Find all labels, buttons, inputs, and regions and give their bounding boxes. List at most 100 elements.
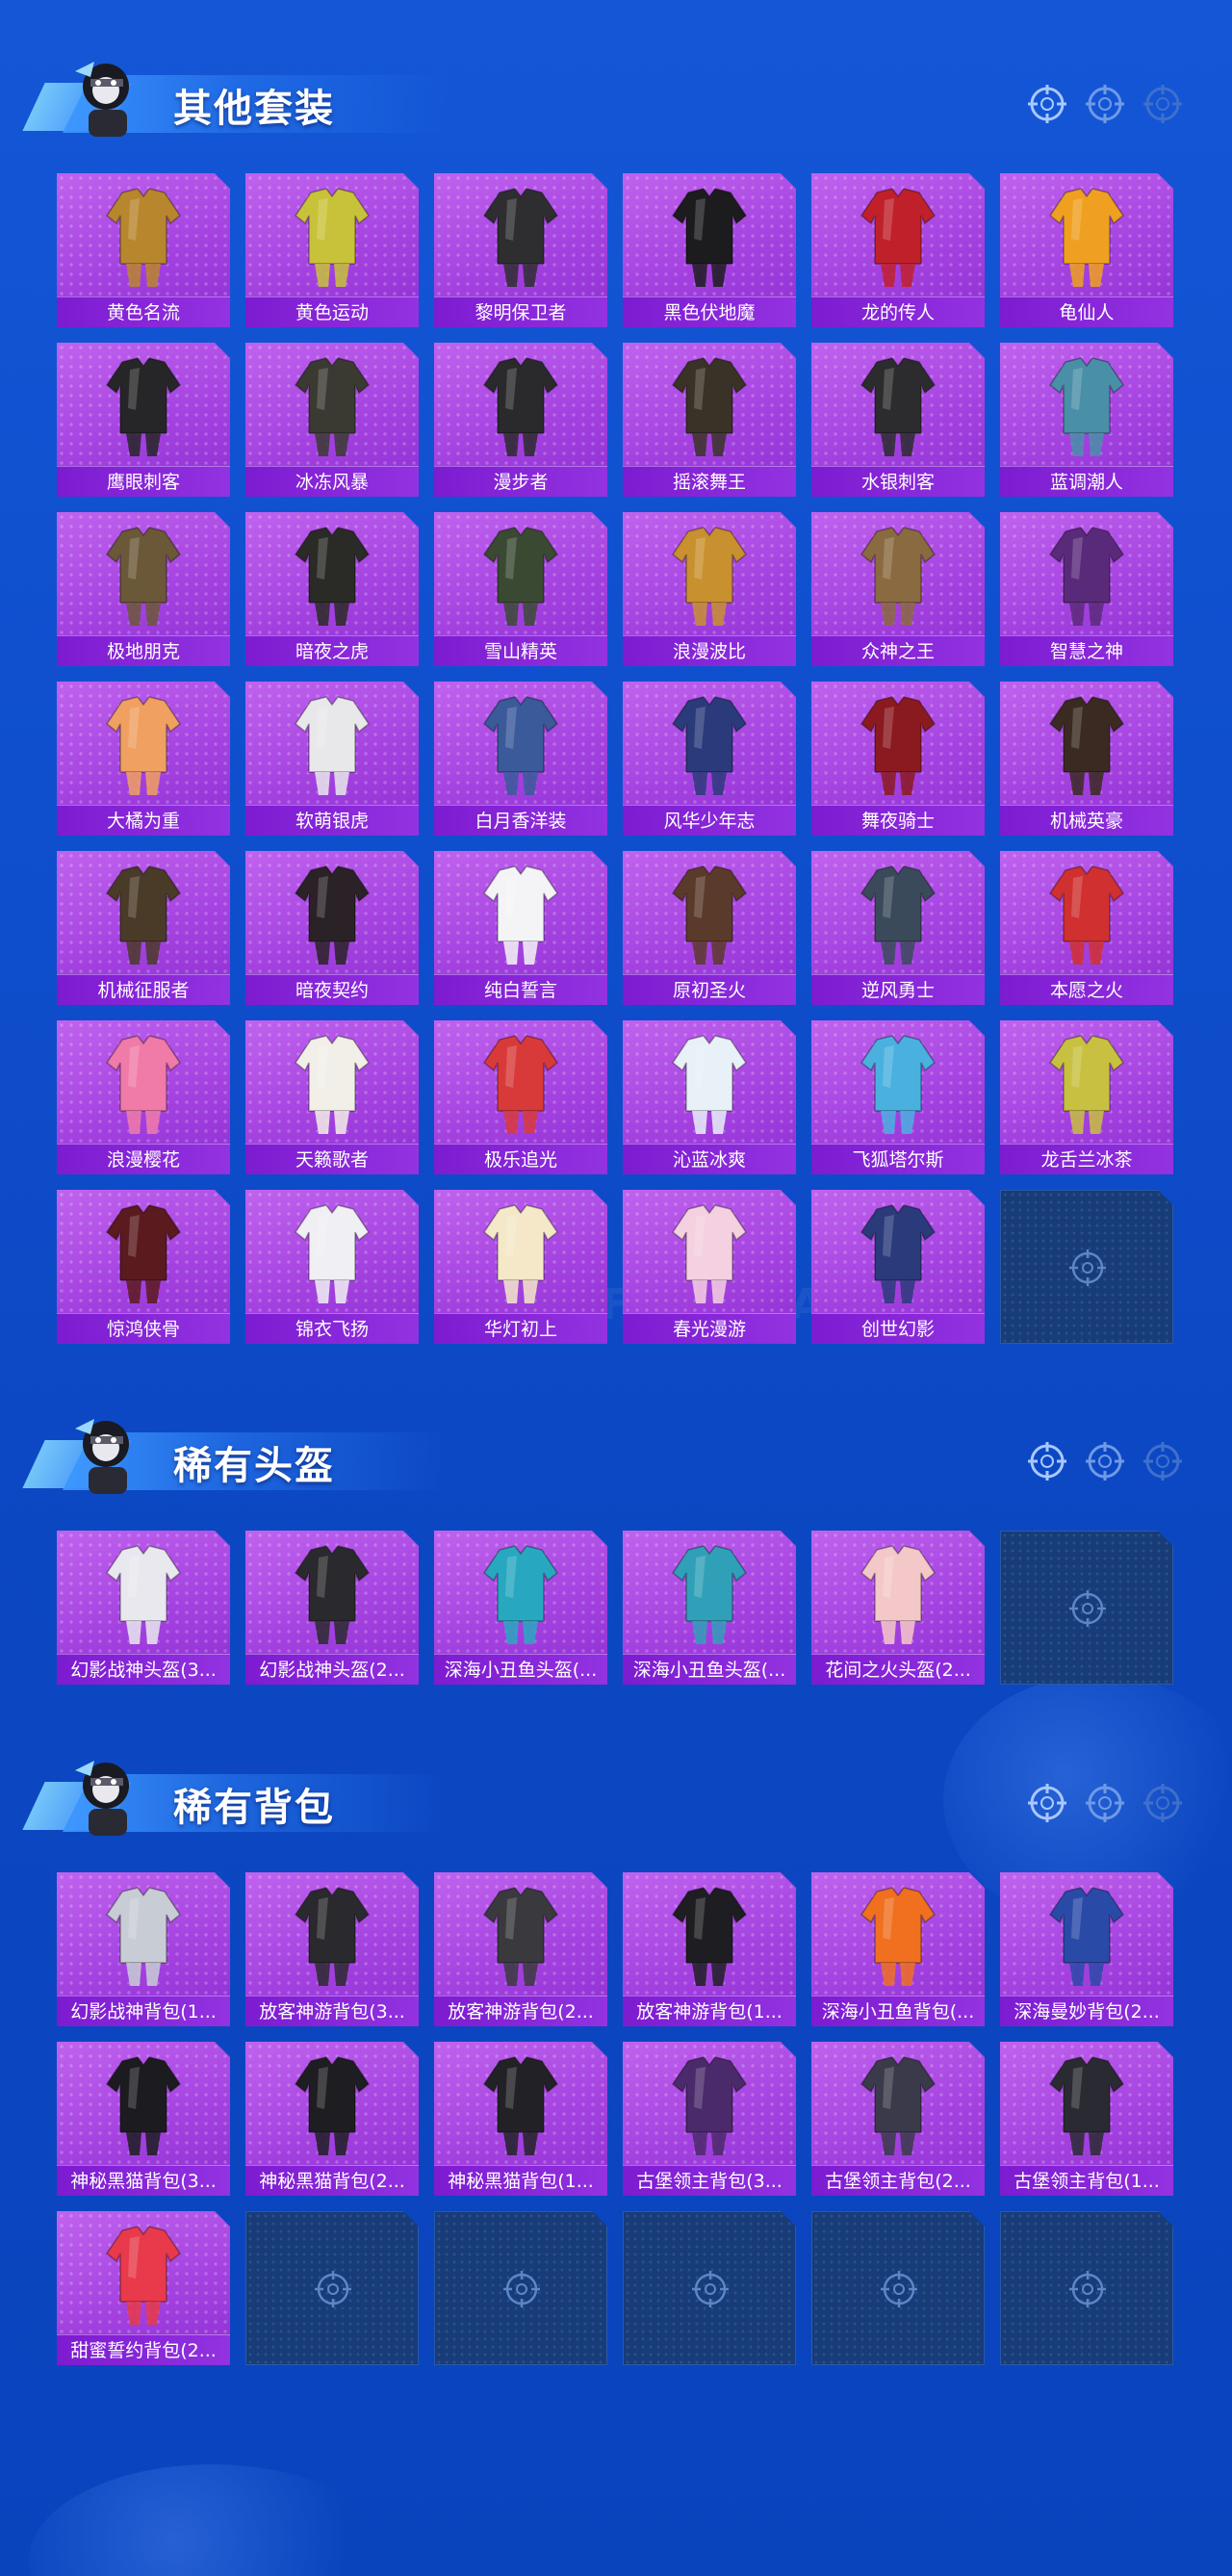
item-card[interactable]: 华灯初上 <box>434 1190 607 1344</box>
item-label: 神秘黑猫背包(3... <box>57 2165 230 2196</box>
item-card[interactable]: 飞狐塔尔斯 <box>811 1020 985 1174</box>
item-card[interactable]: 龟仙人 <box>1000 173 1173 327</box>
section-header: 其他套装 <box>22 48 1203 144</box>
item-card[interactable]: 幻影战神头盔(3... <box>57 1531 230 1685</box>
item-label: 幻影战神头盔(3... <box>57 1654 230 1685</box>
item-card[interactable]: 幻影战神头盔(2... <box>245 1531 419 1685</box>
item-card[interactable]: 春光漫游 <box>623 1190 796 1344</box>
item-label: 极乐追光 <box>434 1144 607 1174</box>
item-image <box>860 357 937 456</box>
item-card[interactable]: 暗夜契约 <box>245 851 419 1005</box>
item-card[interactable]: 舞夜骑士 <box>811 682 985 836</box>
item-card[interactable]: 锦衣飞扬 <box>245 1190 419 1344</box>
item-card[interactable]: 原初圣火 <box>623 851 796 1005</box>
item-image <box>105 188 182 287</box>
item-card[interactable]: 浪漫波比 <box>623 512 796 666</box>
item-card[interactable]: 黑色伏地魔 <box>623 173 796 327</box>
item-label: 放客神游背包(3... <box>245 1996 419 2026</box>
item-label: 春光漫游 <box>623 1313 796 1344</box>
item-image <box>860 1887 937 1986</box>
item-image <box>860 2056 937 2155</box>
item-card[interactable]: 神秘黑猫背包(3... <box>57 2042 230 2196</box>
item-card[interactable]: 沁蓝冰爽 <box>623 1020 796 1174</box>
item-image <box>860 1204 937 1303</box>
item-card[interactable]: 暗夜之虎 <box>245 512 419 666</box>
item-label: 原初圣火 <box>623 974 796 1005</box>
item-card[interactable]: 机械征服者 <box>57 851 230 1005</box>
item-image <box>482 527 559 626</box>
item-card[interactable]: 极乐追光 <box>434 1020 607 1174</box>
item-image <box>105 865 182 965</box>
item-card[interactable]: 冰冻风暴 <box>245 343 419 497</box>
item-image <box>1048 696 1125 795</box>
item-card[interactable]: 水银刺客 <box>811 343 985 497</box>
item-card[interactable]: 软萌银虎 <box>245 682 419 836</box>
item-card[interactable]: 鹰眼刺客 <box>57 343 230 497</box>
item-image <box>105 1545 182 1644</box>
item-label: 深海小丑鱼头盔(... <box>434 1654 607 1685</box>
item-card[interactable]: 神秘黑猫背包(1... <box>434 2042 607 2196</box>
item-card[interactable]: 极地朋克 <box>57 512 230 666</box>
item-card[interactable]: 龙的传人 <box>811 173 985 327</box>
item-card[interactable]: 漫步者 <box>434 343 607 497</box>
item-card[interactable]: 深海小丑鱼头盔(... <box>434 1531 607 1685</box>
item-image <box>1048 357 1125 456</box>
item-card[interactable]: 古堡领主背包(1... <box>1000 2042 1173 2196</box>
item-image <box>294 2056 371 2155</box>
item-card[interactable]: 甜蜜誓约背包(2... <box>57 2211 230 2365</box>
item-label: 黄色名流 <box>57 296 230 327</box>
item-card[interactable]: 大橘为重 <box>57 682 230 836</box>
item-card[interactable]: 蓝调潮人 <box>1000 343 1173 497</box>
item-card[interactable]: 神秘黑猫背包(2... <box>245 2042 419 2196</box>
item-card[interactable]: 放客神游背包(2... <box>434 1872 607 2026</box>
item-image <box>105 1035 182 1134</box>
crosshair-icon <box>881 2271 917 2307</box>
item-card[interactable]: 黄色名流 <box>57 173 230 327</box>
crosshair-icon <box>1143 85 1182 123</box>
item-label: 幻影战神头盔(2... <box>245 1654 419 1685</box>
item-card[interactable]: 本愿之火 <box>1000 851 1173 1005</box>
crosshair-icon <box>692 2271 729 2307</box>
item-label: 舞夜骑士 <box>811 805 985 836</box>
item-card[interactable]: 雪山精英 <box>434 512 607 666</box>
item-card[interactable]: 白月香洋装 <box>434 682 607 836</box>
item-label: 软萌银虎 <box>245 805 419 836</box>
item-card[interactable]: 摇滚舞王 <box>623 343 796 497</box>
item-image <box>105 357 182 456</box>
item-card[interactable]: 古堡领主背包(2... <box>811 2042 985 2196</box>
item-label: 深海小丑鱼头盔(... <box>623 1654 796 1685</box>
item-card[interactable]: 机械英豪 <box>1000 682 1173 836</box>
item-card[interactable]: 天籁歌者 <box>245 1020 419 1174</box>
item-card[interactable]: 逆风勇士 <box>811 851 985 1005</box>
crosshair-icon <box>1086 85 1124 123</box>
item-card[interactable]: 惊鸿侠骨 <box>57 1190 230 1344</box>
item-card[interactable]: 龙舌兰冰茶 <box>1000 1020 1173 1174</box>
crosshair-icon <box>1028 1442 1066 1481</box>
crosshair-icon <box>1143 1784 1182 1822</box>
item-card[interactable]: 深海曼妙背包(2... <box>1000 1872 1173 2026</box>
item-label: 暗夜契约 <box>245 974 419 1005</box>
crosshair-icon <box>1028 85 1066 123</box>
item-card[interactable]: 智慧之神 <box>1000 512 1173 666</box>
item-card[interactable]: 幻影战神背包(1... <box>57 1872 230 2026</box>
item-card[interactable]: 风华少年志 <box>623 682 796 836</box>
item-card[interactable]: 放客神游背包(3... <box>245 1872 419 2026</box>
item-image <box>860 1545 937 1644</box>
crosshair-icon <box>1086 1784 1124 1822</box>
item-label: 神秘黑猫背包(1... <box>434 2165 607 2196</box>
item-card[interactable]: 花间之火头盔(2... <box>811 1531 985 1685</box>
item-card[interactable]: 深海小丑鱼头盔(... <box>623 1531 796 1685</box>
item-card[interactable]: 纯白誓言 <box>434 851 607 1005</box>
item-card[interactable]: 创世幻影 <box>811 1190 985 1344</box>
item-card[interactable]: 黄色运动 <box>245 173 419 327</box>
item-label: 逆风勇士 <box>811 974 985 1005</box>
item-label: 放客神游背包(2... <box>434 1996 607 2026</box>
item-card[interactable]: 古堡领主背包(3... <box>623 2042 796 2196</box>
item-card[interactable]: 众神之王 <box>811 512 985 666</box>
item-card[interactable]: 黎明保卫者 <box>434 173 607 327</box>
item-card[interactable]: 深海小丑鱼背包(... <box>811 1872 985 2026</box>
item-image <box>482 357 559 456</box>
empty-slot <box>623 2211 796 2365</box>
item-card[interactable]: 浪漫樱花 <box>57 1020 230 1174</box>
item-card[interactable]: 放客神游背包(1... <box>623 1872 796 2026</box>
